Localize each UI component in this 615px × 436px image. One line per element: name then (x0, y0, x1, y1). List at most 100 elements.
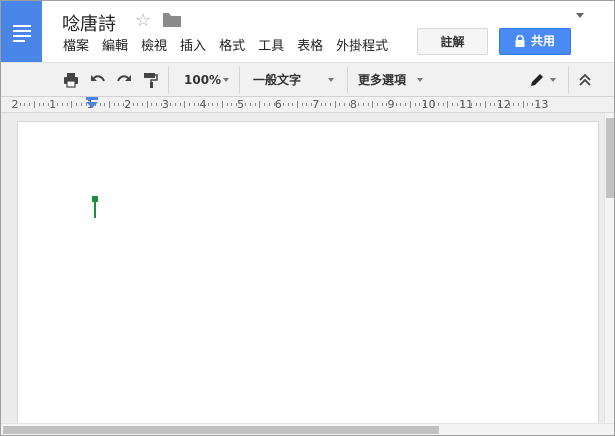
text-cursor (94, 198, 96, 218)
ruler-label: 4 (199, 98, 207, 111)
account-menu-caret-icon[interactable] (576, 13, 584, 18)
ruler-tick (381, 103, 383, 106)
undo-icon[interactable] (90, 72, 106, 88)
horizontal-scrollbar-thumb[interactable] (3, 426, 439, 434)
ruler-tick (339, 103, 341, 106)
ruler-tick (151, 103, 153, 106)
redo-icon[interactable] (116, 72, 132, 88)
ruler-tick (66, 103, 68, 106)
ruler-tick (517, 103, 519, 106)
menu-edit[interactable]: 編輯 (98, 37, 132, 57)
ruler-tick (104, 103, 106, 106)
more-caret-icon (417, 78, 423, 82)
ruler-tick (38, 103, 40, 106)
editing-mode-caret-icon[interactable] (550, 78, 556, 82)
ruler-tick (376, 103, 378, 106)
ruler-tick (231, 103, 233, 106)
document-title[interactable]: 唸唐詩 (62, 10, 116, 36)
comments-button[interactable]: 註解 (417, 28, 488, 55)
ruler-tick (532, 103, 533, 106)
ruler-tick (419, 103, 421, 106)
ruler-tick (141, 103, 143, 106)
menu-tools[interactable]: 工具 (254, 37, 288, 57)
ruler-label: 6 (274, 98, 282, 111)
menu-file[interactable]: 檔案 (59, 37, 93, 57)
ruler-tick (33, 101, 35, 108)
document-page[interactable] (17, 121, 599, 423)
ruler-tick (470, 103, 472, 106)
collapse-toolbar-icon[interactable] (577, 72, 593, 88)
ruler-tick (29, 103, 31, 106)
ruler-tick (452, 103, 454, 106)
ruler-label: 13 (534, 98, 549, 111)
toolbar-separator (168, 67, 169, 93)
ruler-tick (447, 101, 449, 108)
indent-marker-icon[interactable] (86, 97, 98, 109)
ruler-tick (24, 103, 26, 106)
menu-addons[interactable]: 外掛程式 (332, 37, 392, 57)
menu-format[interactable]: 格式 (215, 37, 249, 57)
ruler-label: 7 (312, 98, 320, 111)
ruler-tick (43, 103, 45, 106)
ruler-tick (485, 101, 486, 108)
ruler-label: 8 (349, 98, 357, 111)
menu-table[interactable]: 表格 (293, 37, 327, 57)
menu-view[interactable]: 檢視 (137, 37, 171, 57)
ruler[interactable]: 2112345678910111213 (1, 97, 614, 113)
ruler-tick (287, 103, 289, 106)
docs-logo-icon (13, 25, 31, 42)
ruler-tick (179, 103, 181, 106)
share-button[interactable]: 共用 (499, 28, 571, 55)
ruler-tick (254, 103, 256, 106)
ruler-tick (400, 103, 402, 106)
pen-icon[interactable] (529, 72, 545, 88)
ruler-tick (207, 103, 209, 106)
horizontal-scrollbar[interactable] (1, 423, 614, 435)
print-icon[interactable] (63, 72, 79, 88)
folder-icon[interactable] (163, 13, 181, 32)
zoom-dropdown[interactable]: 100% (184, 72, 221, 88)
ruler-tick (475, 103, 477, 106)
toolbar-separator (568, 67, 569, 93)
document-canvas (1, 113, 604, 423)
toolbar: 100% 一般文字 更多選項 (1, 62, 614, 97)
ruler-label: 5 (237, 98, 245, 111)
ruler-tick (282, 103, 284, 106)
ruler-tick (109, 101, 110, 108)
menu-insert[interactable]: 插入 (176, 37, 210, 57)
ruler-tick (438, 103, 439, 106)
ruler-tick (57, 103, 59, 106)
ruler-tick (480, 103, 482, 106)
toolbar-separator (347, 67, 348, 93)
docs-home-button[interactable] (1, 1, 42, 62)
vertical-scrollbar-thumb[interactable] (606, 118, 614, 198)
style-caret-icon (328, 78, 334, 82)
ruler-tick (522, 101, 524, 108)
ruler-tick (414, 103, 416, 106)
ruler-label: 9 (387, 98, 395, 111)
app-window: 唸唐詩 ☆ 檔案 編輯 檢視 插入 格式 工具 表格 外掛程式 註解 共用 10… (0, 0, 615, 436)
vertical-scrollbar[interactable] (604, 113, 614, 423)
ruler-tick (442, 103, 444, 106)
menubar: 檔案 編輯 檢視 插入 格式 工具 表格 外掛程式 (59, 37, 397, 57)
ruler-tick (489, 103, 491, 106)
ruler-tick (409, 101, 411, 108)
ruler-tick (344, 103, 345, 106)
ruler-tick (372, 101, 374, 108)
ruler-tick (306, 103, 308, 106)
ruler-tick (113, 103, 115, 106)
zoom-caret-icon (223, 78, 229, 82)
ruler-tick (226, 103, 228, 106)
ruler-tick (334, 101, 336, 108)
share-button-label: 共用 (530, 34, 555, 48)
ruler-tick (297, 101, 298, 108)
toolbar-separator (239, 67, 240, 93)
ruler-tick (508, 103, 510, 106)
paint-format-icon[interactable] (143, 72, 159, 88)
star-icon[interactable]: ☆ (135, 10, 151, 32)
paragraph-style-dropdown[interactable]: 一般文字 (253, 72, 301, 88)
more-options-dropdown[interactable]: 更多選項 (358, 72, 406, 88)
ruler-tick (264, 103, 266, 106)
ruler-label: 3 (161, 98, 169, 111)
ruler-tick (137, 103, 139, 106)
